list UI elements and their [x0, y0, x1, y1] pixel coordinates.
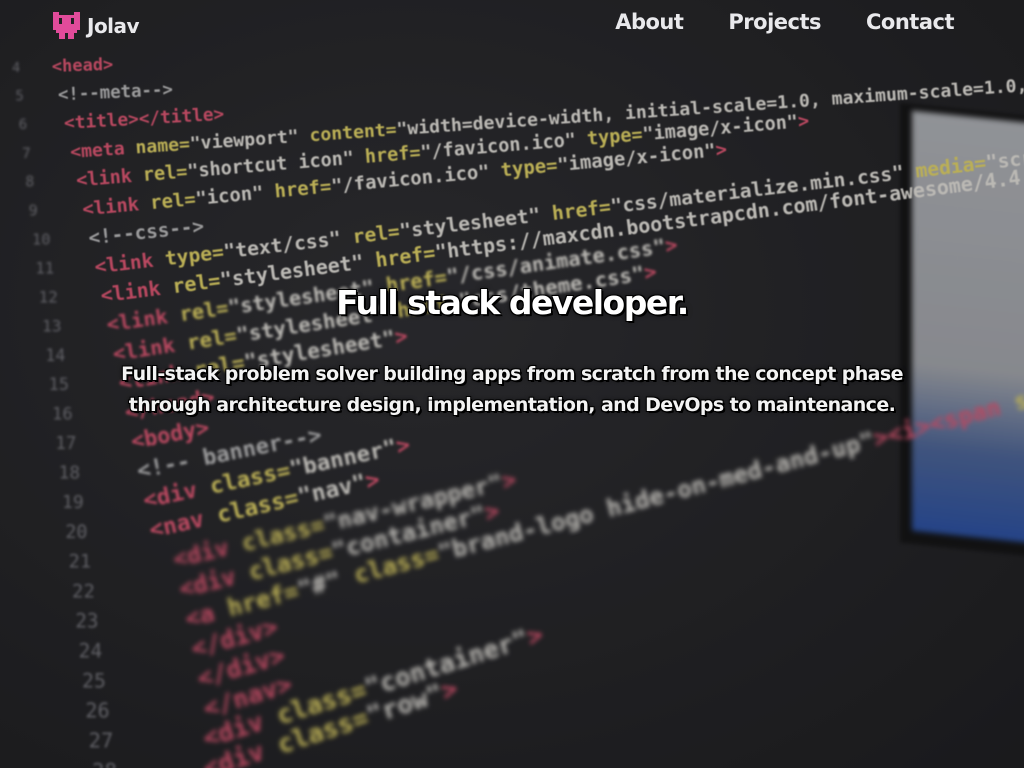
nav-links: About Projects Contact	[615, 10, 954, 34]
brand-logo[interactable]: Jolav	[53, 12, 140, 39]
space-invader-icon	[53, 12, 80, 39]
nav-about[interactable]: About	[615, 10, 684, 34]
hero-section: Full stack developer. Full-stack problem…	[0, 283, 1024, 421]
hero-subtitle: Full-stack problem solver building apps …	[121, 363, 903, 416]
brand-name: Jolav	[87, 13, 140, 38]
nav-projects[interactable]: Projects	[728, 10, 821, 34]
nav-contact[interactable]: Contact	[866, 10, 955, 34]
top-nav: Jolav About Projects Contact	[0, 0, 1024, 50]
hero-title: Full stack developer.	[336, 283, 689, 322]
